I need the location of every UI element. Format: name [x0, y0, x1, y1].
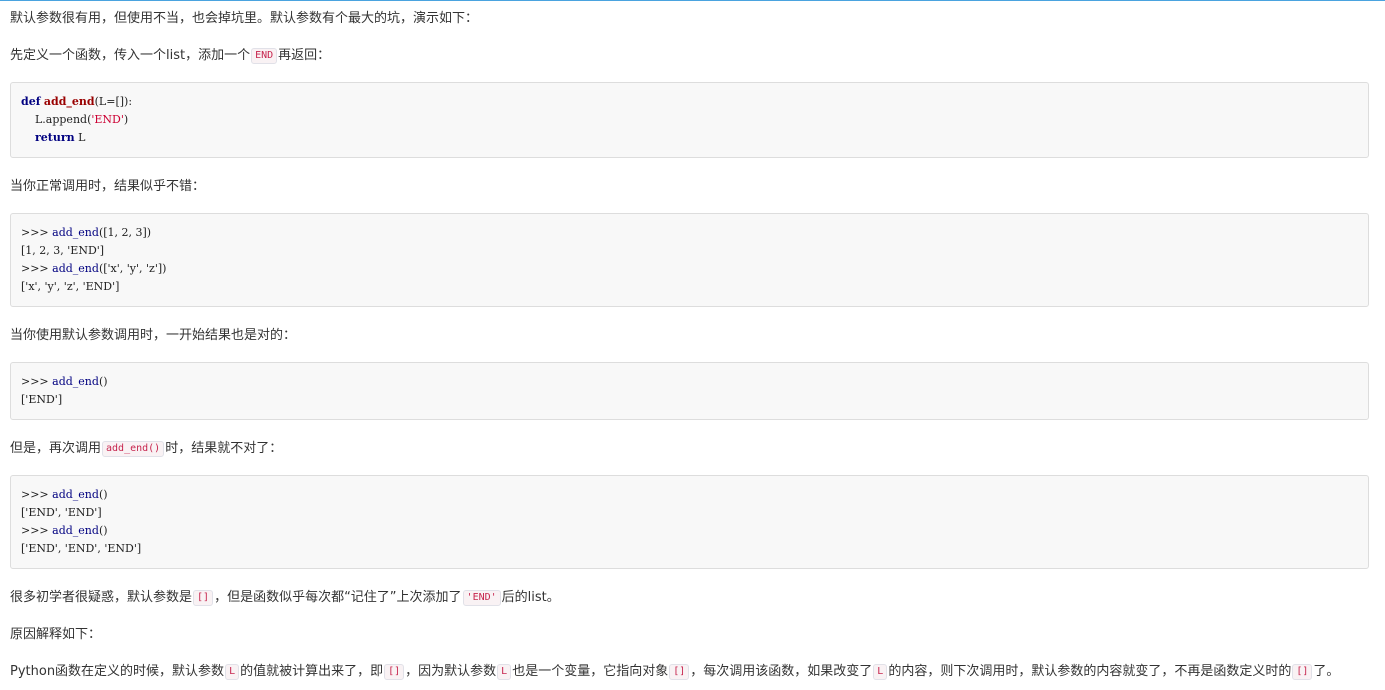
explanation-text: Python函数在定义的时候，默认参数: [10, 664, 225, 679]
inline-code-empty-list: []: [384, 664, 405, 680]
code-call-name: add_end: [52, 226, 99, 239]
code-call-args: (): [98, 488, 108, 501]
code-block-definition[interactable]: def add_end(L=[]): L.append('END') retur…: [10, 82, 1369, 158]
article-content: 默认参数很有用，但使用不当，也会掉坑里。默认参数有个最大的坑，演示如下： 先定义…: [0, 1, 1385, 682]
define-text-after: 再返回：: [278, 48, 331, 63]
inline-code-add-end: add_end(): [102, 441, 165, 457]
normal-call-paragraph: 当你正常调用时，结果似乎不错：: [10, 179, 206, 194]
code-block-default-call[interactable]: >>> add_end() ['END']: [10, 362, 1369, 420]
code-call-name: add_end: [52, 524, 99, 537]
inline-code-empty-list: []: [1292, 664, 1313, 680]
code-call-args: ([1, 2, 3]): [98, 226, 152, 239]
code-output: ['END']: [21, 393, 63, 406]
code-signature: (L=[]):: [94, 95, 133, 108]
default-call-paragraph: 当你使用默认参数调用时，一开始结果也是对的：: [10, 328, 297, 343]
explanation-text: 的内容，则下次调用时，默认参数的内容就变了，不再是函数定义时的: [888, 664, 1292, 679]
define-text-before: 先定义一个函数，传入一个list，添加一个: [10, 48, 251, 63]
inline-code-L: L: [497, 664, 512, 680]
confused-paragraph: 很多初学者很疑惑，默认参数是[] ，但是函数似乎每次都“记住了”上次添加了 'END…: [10, 569, 1369, 608]
prompt: >>>: [21, 375, 53, 388]
code-append-call: L.append(: [21, 113, 92, 126]
prompt: >>>: [21, 524, 53, 537]
inline-code-L: L: [225, 664, 240, 680]
intro-paragraph: 默认参数很有用，但使用不当，也会掉坑里。默认参数有个最大的坑，演示如下：: [10, 11, 479, 26]
code-call-name: add_end: [52, 262, 99, 275]
again-text-after: 时，结果就不对了：: [165, 441, 283, 456]
confused-text-mid: ，但是函数似乎每次都“记住了”上次添加了: [214, 590, 462, 605]
explanation-text: ，每次调用该函数，如果改变了: [690, 664, 873, 679]
code-keyword-def: def: [21, 95, 41, 108]
code-append-close: ): [123, 113, 129, 126]
code-keyword-return: return: [35, 131, 75, 144]
define-paragraph: 先定义一个函数，传入一个list，添加一个 END 再返回：: [10, 29, 1369, 66]
code-output: [1, 2, 3, 'END']: [21, 244, 105, 257]
inline-code-empty-list: []: [193, 590, 214, 606]
explanation-paragraph: Python函数在定义的时候，默认参数 L 的值就被计算出来了，即[] ，因为默认参数…: [10, 645, 1369, 682]
prompt: >>>: [21, 226, 53, 239]
explanation-text: 的值就被计算出来了，即: [240, 664, 384, 679]
inline-code-L: L: [873, 664, 888, 680]
again-call-paragraph: 但是，再次调用 add_end() 时，结果就不对了：: [10, 420, 1369, 459]
code-block-again-call[interactable]: >>> add_end() ['END', 'END'] >>> add_end…: [10, 475, 1369, 569]
reason-title: 原因解释如下：: [10, 627, 102, 642]
explanation-text: 也是一个变量，它指向对象: [512, 664, 669, 679]
code-output: ['x', 'y', 'z', 'END']: [21, 280, 120, 293]
code-function-name: add_end: [43, 95, 95, 108]
again-text-before: 但是，再次调用: [10, 441, 102, 456]
prompt: >>>: [21, 262, 53, 275]
code-output: ['END', 'END']: [21, 506, 102, 519]
code-output: ['END', 'END', 'END']: [21, 542, 142, 555]
code-call-name: add_end: [52, 488, 99, 501]
inline-code-end-string: 'END': [462, 590, 501, 606]
code-call-args: (): [98, 375, 108, 388]
code-call-args: (): [98, 524, 108, 537]
explanation-text: 了。: [1313, 664, 1340, 679]
confused-text-after: 后的list。: [501, 590, 560, 605]
prompt: >>>: [21, 488, 53, 501]
confused-text-before: 很多初学者很疑惑，默认参数是: [10, 590, 193, 605]
code-string-end: 'END': [91, 113, 124, 126]
code-call-args: (['x', 'y', 'z']): [98, 262, 167, 275]
inline-code-empty-list: []: [669, 664, 690, 680]
code-call-name: add_end: [52, 375, 99, 388]
explanation-text: ，因为默认参数: [405, 664, 497, 679]
inline-code-end: END: [251, 48, 278, 64]
code-return-value: L: [74, 131, 86, 144]
code-block-normal-call[interactable]: >>> add_end([1, 2, 3]) [1, 2, 3, 'END'] …: [10, 213, 1369, 307]
